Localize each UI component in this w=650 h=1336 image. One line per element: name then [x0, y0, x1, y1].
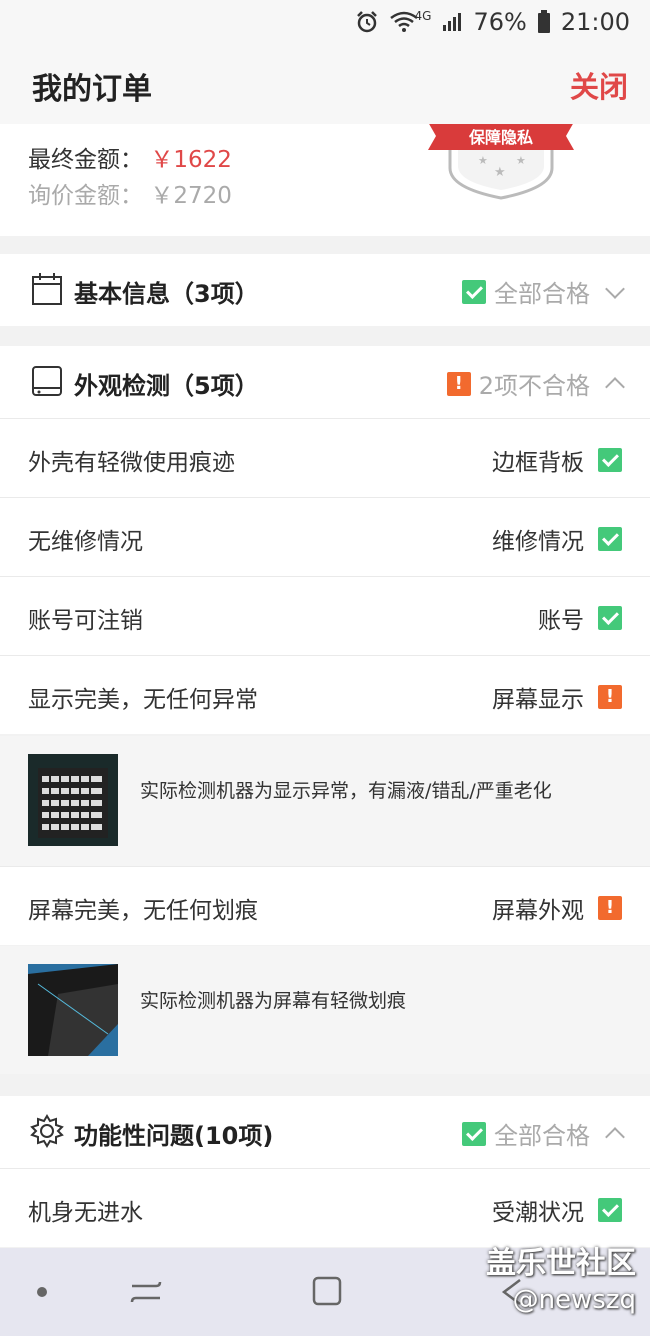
check-icon	[462, 279, 486, 304]
warning-icon: !	[598, 896, 622, 920]
clock: 21:00	[560, 8, 630, 36]
check-icon	[598, 448, 622, 472]
svg-text:★: ★	[478, 154, 488, 167]
tablet-icon	[32, 366, 62, 396]
close-button[interactable]: 关闭	[570, 64, 628, 106]
chevron-down-icon	[605, 278, 625, 299]
quote-price-value: ￥2720	[150, 183, 232, 209]
item-category: 屏幕显示	[492, 687, 584, 713]
app-header: 我的订单 关闭	[0, 46, 650, 125]
check-icon	[598, 606, 622, 630]
watermark-title: 盖乐世社区	[486, 1246, 636, 1281]
item-category: 边框背板	[492, 450, 584, 476]
list-item: 屏幕完美，无任何划痕 屏幕外观!	[0, 866, 650, 945]
final-price-value: ￥1622	[150, 147, 232, 173]
inspection-photo[interactable]	[28, 754, 118, 846]
battery-percent: 76%	[473, 8, 527, 36]
svg-text:★: ★	[494, 165, 506, 180]
item-category: 账号	[538, 608, 584, 634]
section-appearance-status: 2项不合格	[478, 372, 590, 400]
watermark-handle: @newszq	[512, 1285, 636, 1315]
section-appearance-title: 外观检测（5项）	[74, 372, 259, 400]
item-description: 外壳有轻微使用痕迹	[28, 450, 235, 476]
recent-apps-icon[interactable]	[128, 1274, 164, 1310]
check-icon	[598, 1198, 622, 1222]
warning-icon: !	[446, 371, 471, 396]
privacy-badge-text: 保障隐私	[468, 128, 533, 147]
alarm-icon	[356, 11, 377, 33]
section-basic-header[interactable]: 基本信息（3项） 全部合格	[0, 254, 650, 326]
item-category: 受潮状况	[492, 1200, 584, 1226]
home-button-icon[interactable]	[310, 1274, 346, 1310]
list-item: 外壳有轻微使用痕迹 边框背板	[0, 418, 650, 497]
quote-price-row: 询价金额： ￥2720	[28, 176, 232, 210]
section-function-title: 功能性问题(10项)	[74, 1122, 274, 1150]
list-item: 机身无进水 受潮状况	[0, 1168, 650, 1247]
page-title: 我的订单	[32, 72, 152, 107]
inspection-note-text: 实际检测机器为屏幕有轻微划痕	[140, 990, 407, 1012]
inspection-note-text: 实际检测机器为显示异常，有漏液/错乱/严重老化	[140, 780, 552, 802]
status-bar: 4G 76% 21:00	[0, 0, 650, 46]
signal-icon	[443, 13, 462, 31]
privacy-badge-icon: 保障隐私 ★ ★ ★	[428, 124, 574, 200]
chevron-up-icon	[605, 376, 625, 397]
warning-icon: !	[598, 685, 622, 709]
home-dot-icon[interactable]	[34, 1284, 50, 1300]
check-icon	[462, 1121, 486, 1146]
section-function-status: 全部合格	[494, 1122, 590, 1150]
item-description: 无维修情况	[28, 529, 143, 555]
price-card: 最终金额： ￥1622 询价金额： ￥2720 保障隐私 ★ ★ ★	[0, 124, 650, 236]
item-description: 机身无进水	[28, 1200, 143, 1226]
section-function-header[interactable]: 功能性问题(10项) 全部合格	[0, 1096, 650, 1168]
gear-icon	[30, 1114, 64, 1148]
chevron-up-icon	[605, 1126, 625, 1147]
item-category: 维修情况	[492, 529, 584, 555]
section-basic-title: 基本信息（3项）	[74, 280, 259, 308]
item-category: 屏幕外观	[492, 898, 584, 924]
final-price-label: 最终金额：	[28, 147, 143, 173]
quote-price-label: 询价金额：	[28, 183, 143, 209]
final-price-row: 最终金额： ￥1622	[28, 140, 232, 174]
inspection-note: 实际检测机器为屏幕有轻微划痕	[0, 946, 650, 1074]
inspection-note: 实际检测机器为显示异常，有漏液/错乱/严重老化	[0, 736, 650, 866]
network-type: 4G	[414, 9, 432, 23]
list-item: 无维修情况 维修情况	[0, 497, 650, 576]
section-appearance-header[interactable]: 外观检测（5项） ! 2项不合格	[0, 346, 650, 418]
list-item: 显示完美，无任何异常 屏幕显示!	[0, 655, 650, 734]
calendar-icon	[32, 273, 62, 305]
check-icon	[598, 527, 622, 551]
inspection-photo[interactable]	[28, 964, 118, 1056]
svg-text:★: ★	[516, 154, 526, 167]
item-description: 账号可注销	[28, 608, 143, 634]
list-item: 账号可注销 账号	[0, 576, 650, 655]
section-basic-status: 全部合格	[494, 280, 590, 308]
item-description: 显示完美，无任何异常	[28, 687, 258, 713]
battery-icon	[537, 10, 550, 33]
item-description: 屏幕完美，无任何划痕	[28, 898, 258, 924]
